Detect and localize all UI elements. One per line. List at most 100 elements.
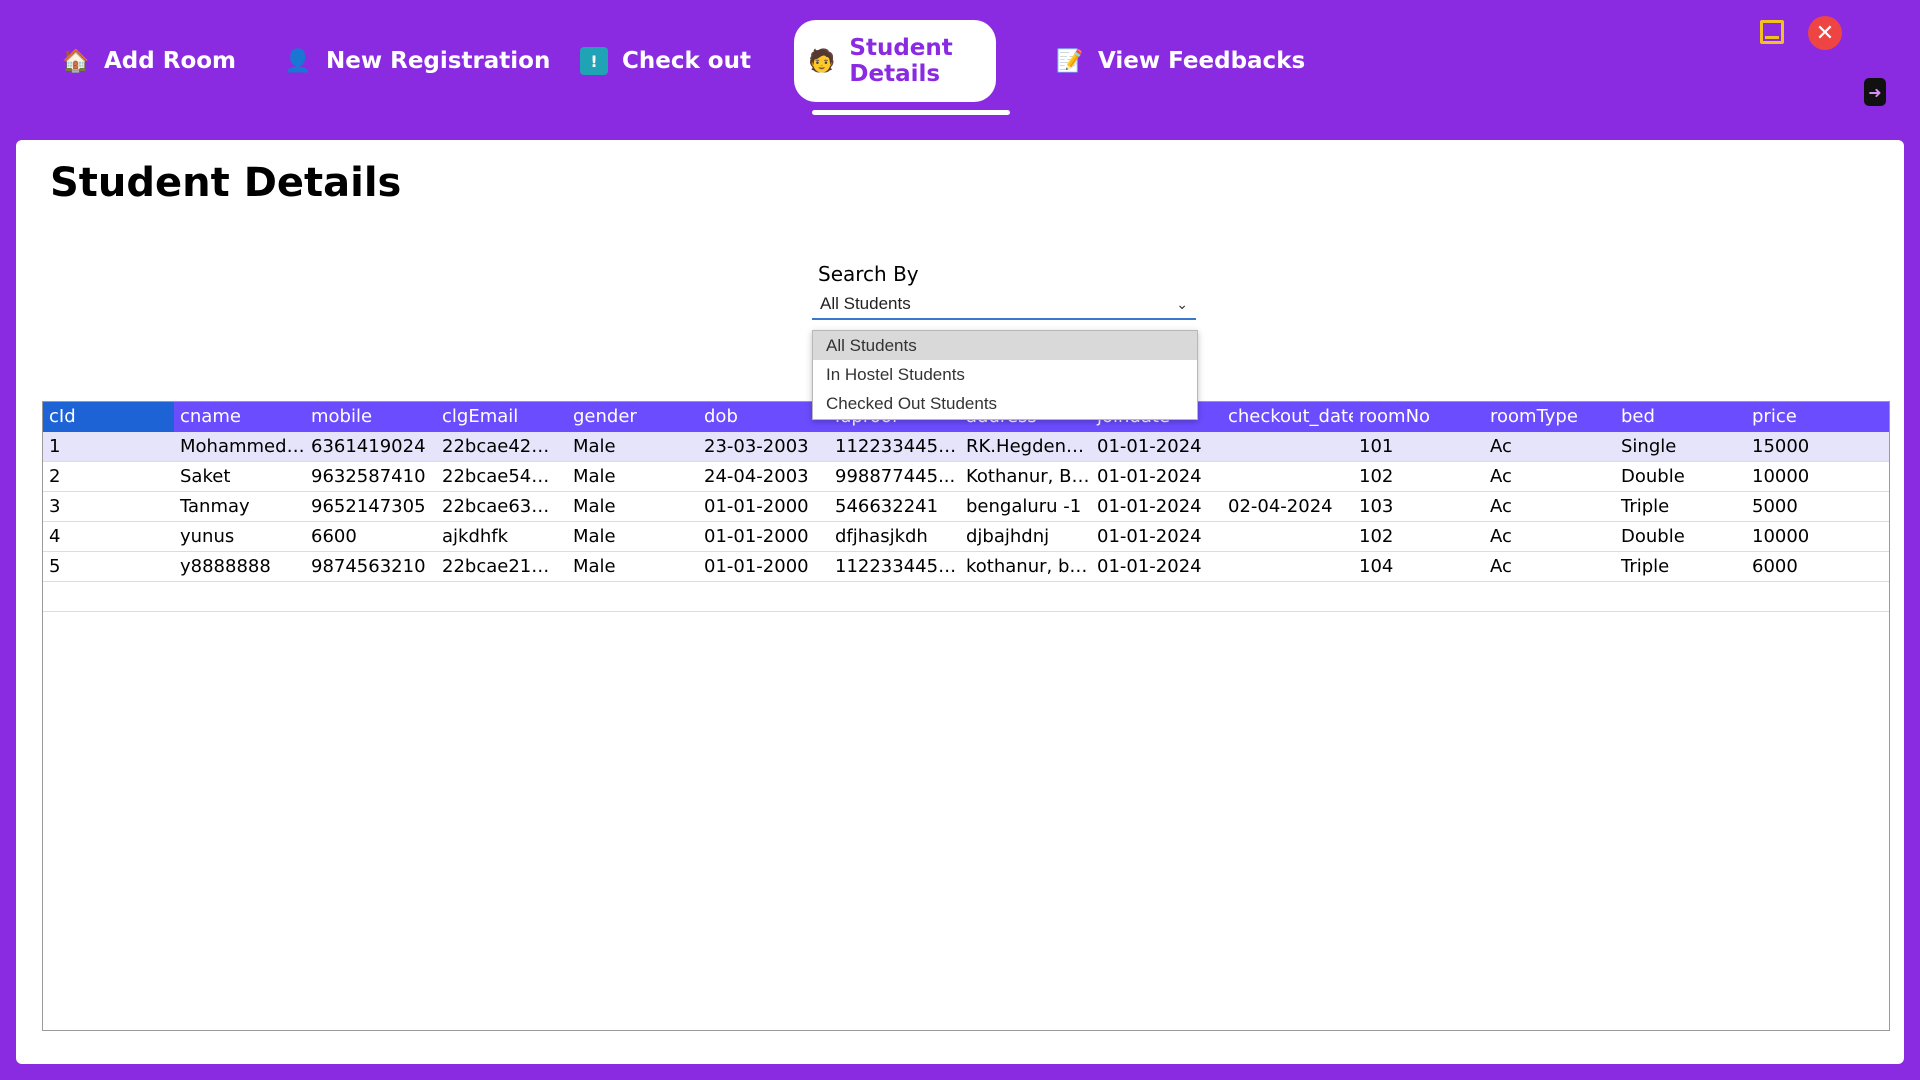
column-header[interactable]: cname bbox=[174, 402, 305, 432]
table-cell[interactable]: ajkdhfk bbox=[436, 522, 567, 551]
table-cell[interactable]: Saket bbox=[174, 462, 305, 491]
tab-view-feedbacks[interactable]: 📝 View Feedbacks bbox=[1056, 20, 1305, 102]
column-header[interactable]: roomNo bbox=[1353, 402, 1484, 432]
table-cell[interactable]: 22bcae63@k... bbox=[436, 492, 567, 521]
table-cell[interactable]: 01-01-2000 bbox=[698, 492, 829, 521]
table-cell[interactable]: 10000 bbox=[1746, 462, 1877, 491]
tab-check-out[interactable]: ! Check out bbox=[580, 20, 751, 102]
table-cell[interactable]: 9652147305 bbox=[305, 492, 436, 521]
table-cell[interactable]: kothanur, be... bbox=[960, 552, 1091, 581]
table-cell[interactable]: Mohammed ... bbox=[174, 432, 305, 461]
table-cell[interactable]: Kothanur, Be... bbox=[960, 462, 1091, 491]
table-cell[interactable]: Triple bbox=[1615, 492, 1746, 521]
table-cell[interactable]: Ac bbox=[1484, 522, 1615, 551]
table-cell[interactable]: Male bbox=[567, 462, 698, 491]
table-cell[interactable]: Double bbox=[1615, 522, 1746, 551]
table-cell[interactable]: 103 bbox=[1353, 492, 1484, 521]
table-cell[interactable]: 01-01-2024 bbox=[1091, 432, 1222, 461]
table-cell[interactable]: Tanmay bbox=[174, 492, 305, 521]
table-cell[interactable]: 02-04-2024 bbox=[1222, 492, 1353, 521]
table-cell[interactable]: 6600 bbox=[305, 522, 436, 551]
tab-add-room[interactable]: 🏠 Add Room bbox=[62, 20, 236, 102]
table-cell[interactable]: Male bbox=[567, 552, 698, 581]
table-cell[interactable] bbox=[1222, 462, 1353, 491]
minimize-button[interactable] bbox=[1756, 16, 1788, 48]
table-cell[interactable]: 6361419024 bbox=[305, 432, 436, 461]
feedback-icon: 📝 bbox=[1056, 48, 1084, 74]
table-cell[interactable]: 01-01-2024 bbox=[1091, 462, 1222, 491]
table-cell[interactable]: 3 bbox=[43, 492, 174, 521]
table-cell[interactable] bbox=[1222, 522, 1353, 551]
column-header[interactable]: dob bbox=[698, 402, 829, 432]
column-header[interactable]: roomType bbox=[1484, 402, 1615, 432]
close-button[interactable]: ✕ bbox=[1808, 16, 1842, 50]
column-header[interactable]: clgEmail bbox=[436, 402, 567, 432]
table-cell[interactable]: Ac bbox=[1484, 432, 1615, 461]
table-cell[interactable]: bengaluru -1 bbox=[960, 492, 1091, 521]
table-cell[interactable]: 4 bbox=[43, 522, 174, 551]
table-cell[interactable]: 5 bbox=[43, 552, 174, 581]
table-cell[interactable]: 2 bbox=[43, 462, 174, 491]
table-cell[interactable]: 15000 bbox=[1746, 432, 1877, 461]
table-cell[interactable]: Ac bbox=[1484, 552, 1615, 581]
table-cell[interactable]: Male bbox=[567, 432, 698, 461]
table-cell[interactable] bbox=[1222, 432, 1353, 461]
table-cell[interactable]: 101 bbox=[1353, 432, 1484, 461]
table-cell[interactable]: 102 bbox=[1353, 522, 1484, 551]
table-cell[interactable]: 01-01-2000 bbox=[698, 522, 829, 551]
table-cell[interactable]: Ac bbox=[1484, 462, 1615, 491]
table-cell[interactable]: 01-01-2024 bbox=[1091, 552, 1222, 581]
table-cell[interactable]: RK.Hegdena... bbox=[960, 432, 1091, 461]
table-cell[interactable]: Single bbox=[1615, 432, 1746, 461]
table-cell[interactable]: 546632241 bbox=[829, 492, 960, 521]
column-header[interactable]: mobile bbox=[305, 402, 436, 432]
table-row[interactable]: 1 Mohammed ... 6361419024 22bcae42@k... … bbox=[43, 432, 1889, 462]
student-table[interactable]: cId cname mobile clgEmail gender dob idp… bbox=[42, 401, 1890, 1031]
table-cell[interactable]: 998877445... bbox=[829, 462, 960, 491]
table-cell[interactable]: 22bcae21@k... bbox=[436, 552, 567, 581]
table-cell[interactable]: 9874563210 bbox=[305, 552, 436, 581]
column-header[interactable]: cId bbox=[43, 402, 174, 432]
table-cell[interactable]: 5000 bbox=[1746, 492, 1877, 521]
table-row[interactable]: 5 y8888888 9874563210 22bcae21@k... Male… bbox=[43, 552, 1889, 582]
table-cell[interactable]: 1122334455... bbox=[829, 552, 960, 581]
search-by-select[interactable]: All Students ⌄ bbox=[812, 290, 1196, 320]
table-cell[interactable]: Male bbox=[567, 522, 698, 551]
column-header[interactable]: gender bbox=[567, 402, 698, 432]
table-cell[interactable]: 10000 bbox=[1746, 522, 1877, 551]
option-all-students[interactable]: All Students bbox=[813, 331, 1197, 360]
table-row[interactable]: 4 yunus 6600 ajkdhfk Male 01-01-2000 dfj… bbox=[43, 522, 1889, 552]
table-cell[interactable]: Double bbox=[1615, 462, 1746, 491]
column-header[interactable]: checkout_date bbox=[1222, 402, 1353, 432]
table-cell[interactable]: 22bcae54@k... bbox=[436, 462, 567, 491]
table-cell[interactable]: 23-03-2003 bbox=[698, 432, 829, 461]
table-cell[interactable]: 6000 bbox=[1746, 552, 1877, 581]
table-cell[interactable]: Ac bbox=[1484, 492, 1615, 521]
table-cell[interactable]: dfjhasjkdh bbox=[829, 522, 960, 551]
tab-student-details[interactable]: 🧑 Student Details bbox=[794, 20, 996, 102]
table-cell[interactable]: 24-04-2003 bbox=[698, 462, 829, 491]
table-cell[interactable]: 9632587410 bbox=[305, 462, 436, 491]
table-cell[interactable]: 01-01-2024 bbox=[1091, 492, 1222, 521]
tab-new-registration[interactable]: 👤 New Registration bbox=[284, 20, 550, 102]
table-cell[interactable]: 104 bbox=[1353, 552, 1484, 581]
table-cell[interactable] bbox=[1222, 552, 1353, 581]
table-cell[interactable]: 1122334455... bbox=[829, 432, 960, 461]
table-cell[interactable]: yunus bbox=[174, 522, 305, 551]
option-in-hostel-students[interactable]: In Hostel Students bbox=[813, 360, 1197, 389]
option-checked-out-students[interactable]: Checked Out Students bbox=[813, 389, 1197, 418]
table-cell[interactable]: djbajhdnj bbox=[960, 522, 1091, 551]
table-row[interactable]: 2 Saket 9632587410 22bcae54@k... Male 24… bbox=[43, 462, 1889, 492]
table-cell[interactable]: Triple bbox=[1615, 552, 1746, 581]
column-header[interactable]: bed bbox=[1615, 402, 1746, 432]
logout-button[interactable]: ➜ bbox=[1864, 78, 1886, 106]
table-row[interactable]: 3 Tanmay 9652147305 22bcae63@k... Male 0… bbox=[43, 492, 1889, 522]
table-cell[interactable]: 22bcae42@k... bbox=[436, 432, 567, 461]
table-cell[interactable]: 1 bbox=[43, 432, 174, 461]
table-cell[interactable]: 01-01-2000 bbox=[698, 552, 829, 581]
column-header[interactable]: price bbox=[1746, 402, 1877, 432]
table-cell[interactable]: Male bbox=[567, 492, 698, 521]
table-cell[interactable]: y8888888 bbox=[174, 552, 305, 581]
table-cell[interactable]: 01-01-2024 bbox=[1091, 522, 1222, 551]
table-cell[interactable]: 102 bbox=[1353, 462, 1484, 491]
